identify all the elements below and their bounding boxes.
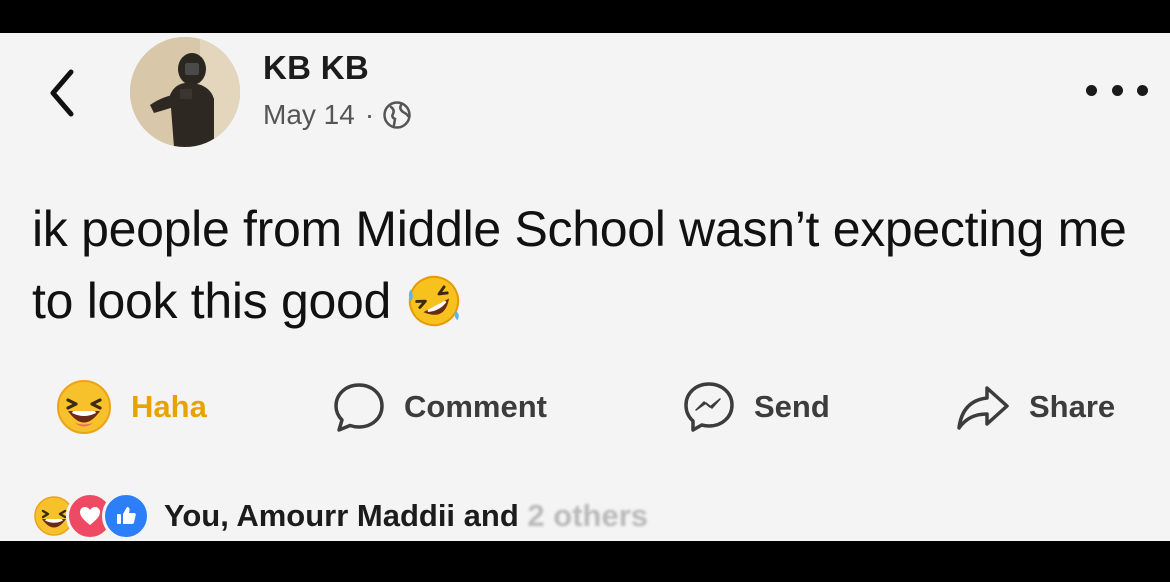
share-button[interactable]: Share	[955, 373, 1115, 441]
reactions-text: You, Amourr Maddii and 2 others	[164, 498, 648, 534]
chevron-left-icon	[50, 69, 74, 117]
meta-separator: ·	[364, 99, 375, 130]
bottom-letterbox	[0, 541, 1170, 582]
comment-button[interactable]: Comment	[332, 373, 547, 441]
top-letterbox	[0, 0, 1170, 33]
avatar[interactable]	[130, 37, 240, 147]
post-text-block: ik people from Middle School wasn’t expe…	[32, 193, 1132, 337]
reactions-obscured-count: 2 others	[527, 498, 649, 533]
reactions-names: You, Amourr Maddii and	[164, 498, 519, 533]
globe-icon[interactable]	[382, 100, 412, 130]
more-dot	[1111, 84, 1123, 96]
reactions-summary[interactable]: You, Amourr Maddii and 2 others	[30, 491, 648, 541]
haha-reaction-button[interactable]: Haha	[55, 373, 207, 441]
comment-icon	[332, 380, 386, 434]
reaction-icons	[30, 492, 150, 540]
rolling-on-floor-laughing-icon	[408, 275, 460, 326]
more-dot	[1086, 84, 1097, 96]
haha-reaction-label: Haha	[131, 389, 207, 424]
post-text: ik people from Middle School wasn’t expe…	[32, 201, 1127, 329]
avatar-photo	[130, 37, 240, 147]
facebook-post-card: KB KB May 14 · ik people from Middle Sch…	[0, 33, 1170, 541]
more-options-button[interactable]	[1086, 75, 1148, 105]
author-name[interactable]: KB KB	[263, 49, 369, 87]
haha-emoji-icon	[55, 378, 113, 436]
share-label: Share	[1029, 389, 1116, 424]
like-reaction-icon	[102, 492, 150, 540]
send-label: Send	[754, 389, 830, 424]
comment-label: Comment	[404, 389, 547, 424]
more-dot	[1137, 84, 1148, 96]
send-button[interactable]: Send	[682, 373, 830, 441]
share-arrow-icon	[955, 382, 1011, 432]
post-date[interactable]: May 14	[263, 99, 355, 131]
back-button[interactable]	[40, 63, 84, 123]
messenger-icon	[682, 380, 736, 434]
post-meta: May 14 ·	[263, 99, 412, 131]
